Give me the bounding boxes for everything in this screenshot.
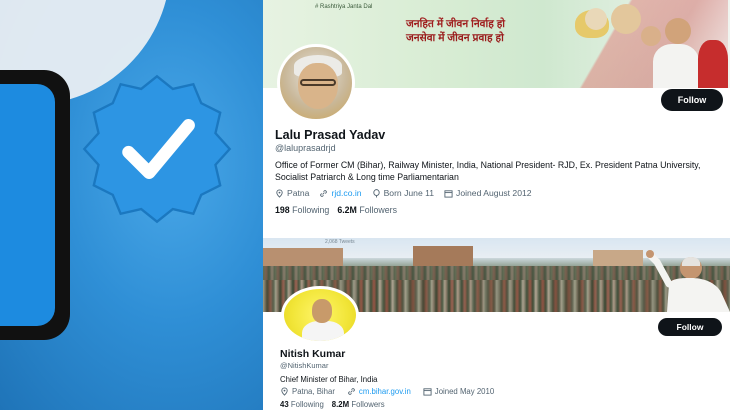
birthday-text: Born June 11 — [383, 188, 435, 198]
banner-slogan-line2: जनसेवा में जीवन प्रवाह हो — [406, 32, 504, 44]
following-label: Following — [292, 205, 330, 215]
banner-figure — [611, 4, 641, 34]
location-item: Patna, Bihar — [280, 387, 335, 396]
joined-item: Joined August 2012 — [444, 188, 532, 198]
following-count: 198 — [275, 205, 290, 215]
website-link[interactable]: cm.bihar.gov.in — [359, 387, 411, 396]
banner-building — [263, 248, 343, 266]
following-count: 43 — [280, 400, 289, 409]
following-link[interactable]: 198 Following — [275, 205, 329, 215]
follow-counts: 198 Following 6.2M Followers — [275, 205, 397, 215]
location-text: Patna, Bihar — [292, 387, 335, 396]
banner-figure — [665, 18, 691, 44]
followers-count: 8.2M — [331, 400, 350, 409]
banner-figure — [653, 44, 699, 88]
profile-handle: @NitishKumar — [280, 361, 329, 370]
link-icon — [320, 189, 328, 197]
followers-link[interactable]: 6.2M Followers — [337, 205, 397, 215]
followers-link[interactable]: 8.2M Followers — [332, 400, 385, 409]
banner-figure — [585, 8, 607, 30]
banner-building — [413, 246, 473, 266]
followers-label: Followers — [359, 205, 397, 215]
location-text: Patna — [287, 188, 310, 198]
profile-bio: Chief Minister of Bihar, India — [280, 375, 378, 384]
follow-button[interactable]: Follow — [658, 318, 722, 336]
following-label: Following — [290, 400, 324, 409]
banner-tweets-count: 2,068 Tweets — [325, 239, 355, 245]
profile-handle: @laluprasadrjd — [275, 143, 336, 153]
banner-tag: # Rashtriya Janta Dal — [315, 4, 373, 10]
banner-figure — [641, 26, 661, 46]
avatar[interactable] — [277, 44, 355, 122]
following-link[interactable]: 43 Following — [280, 400, 324, 409]
joined-text: Joined August 2012 — [456, 188, 532, 198]
banner-building — [593, 250, 643, 266]
followers-label: Followers — [351, 400, 385, 409]
followers-count: 6.2M — [337, 205, 357, 215]
banner-slogan-line1: जनहित में जीवन निर्वाह हो — [406, 18, 505, 30]
birthday-item: Born June 11 — [372, 188, 434, 198]
twitter-profiles-panel: # Rashtriya Janta Dal जनहित में जीवन निर… — [263, 0, 730, 410]
joined-item: Joined May 2010 — [423, 387, 494, 396]
location-icon — [276, 188, 283, 198]
location-item: Patna — [275, 188, 309, 198]
banner-speaker — [646, 250, 730, 312]
profile-meta: Patna rjd.co.in Born June 11 Joined Augu… — [275, 188, 532, 198]
calendar-icon — [444, 189, 453, 198]
website-item[interactable]: rjd.co.in — [319, 188, 362, 198]
location-icon — [281, 387, 288, 396]
profile-name: Nitish Kumar — [280, 348, 346, 360]
banner-figure — [698, 40, 728, 88]
phone-screen — [0, 84, 55, 326]
balloon-icon — [372, 188, 380, 198]
avatar[interactable] — [281, 286, 359, 344]
joined-text: Joined May 2010 — [434, 387, 495, 396]
follow-counts: 43 Following 8.2M Followers — [280, 400, 385, 409]
profile-bio: Office of Former CM (Bihar), Railway Min… — [275, 160, 701, 182]
link-icon — [348, 388, 355, 395]
profile-meta: Patna, Bihar cm.bihar.gov.in Joined May … — [280, 387, 494, 396]
composite-image: # Rashtriya Janta Dal जनहित में जीवन निर… — [0, 0, 730, 410]
verified-badge-icon — [82, 74, 232, 224]
profile-name: Lalu Prasad Yadav — [275, 128, 386, 142]
calendar-icon — [423, 388, 432, 396]
follow-button[interactable]: Follow — [661, 89, 723, 111]
verified-badge-panel — [0, 0, 263, 410]
website-item[interactable]: cm.bihar.gov.in — [347, 387, 411, 396]
website-link[interactable]: rjd.co.in — [331, 188, 361, 198]
